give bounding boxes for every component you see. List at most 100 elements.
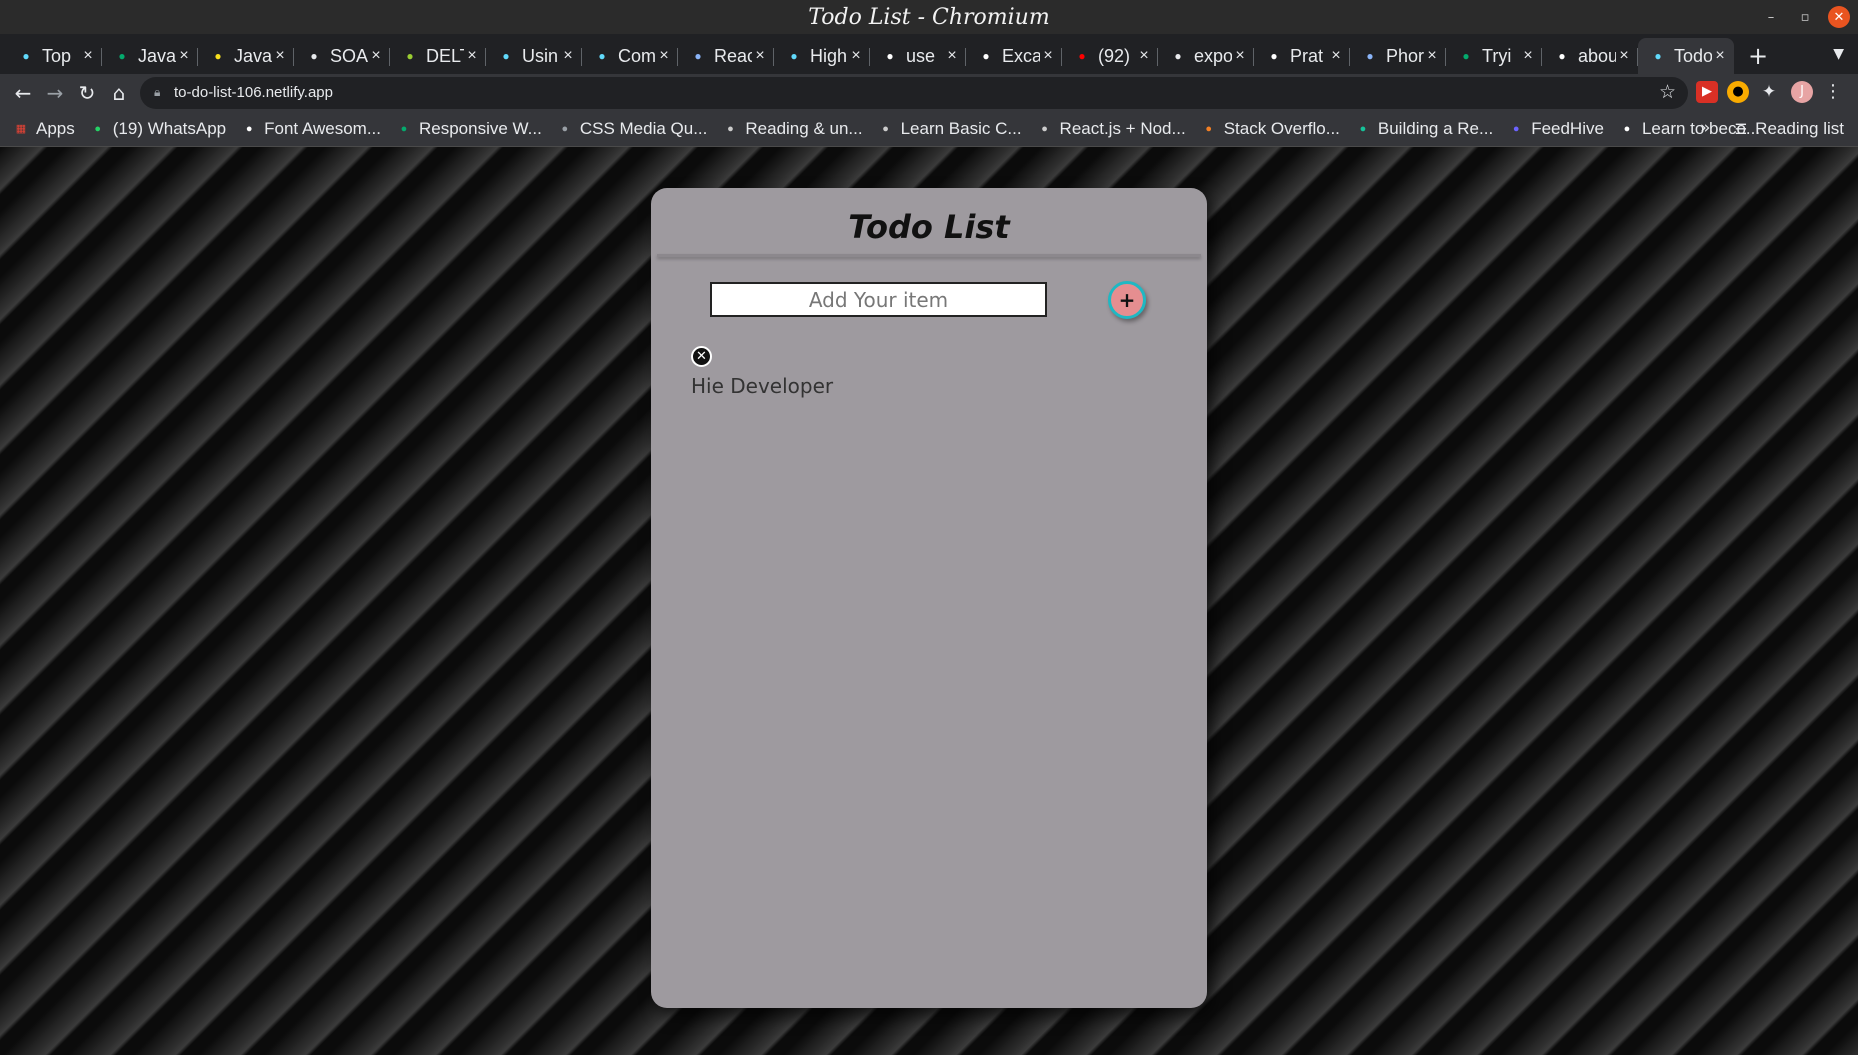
tab-2[interactable]: ● Java × xyxy=(198,38,294,74)
tab-close-icon[interactable]: × xyxy=(1040,47,1056,65)
bookmark-item[interactable]: ● Reading & un... xyxy=(723,119,863,139)
tab-label: Top xyxy=(42,45,72,66)
new-tab-button[interactable]: + xyxy=(1748,42,1768,70)
bookmark-item[interactable]: ● Font Awesom... xyxy=(242,119,381,139)
tab-3[interactable]: ● SOA × xyxy=(294,38,390,74)
tab-close-icon[interactable]: × xyxy=(848,47,864,65)
tab-9[interactable]: ● use × xyxy=(870,38,966,74)
bookmark-item[interactable]: ● (19) WhatsApp xyxy=(91,119,226,139)
tab-close-icon[interactable]: × xyxy=(80,47,96,65)
bookmark-list: ▦ Apps ● (19) WhatsApp ● Font Awesom... ● Respo… xyxy=(14,112,1776,146)
minimize-icon[interactable]: – xyxy=(1760,6,1782,28)
tab-15[interactable]: ● Tryi × xyxy=(1446,38,1542,74)
bookmark-label: Building a Re... xyxy=(1377,119,1494,138)
tab-4[interactable]: ● DELT× xyxy=(390,38,486,74)
tab-close-icon[interactable]: × xyxy=(1136,47,1152,65)
bookmark-item[interactable]: ● CSS Media Qu... xyxy=(558,119,708,139)
tab-close-icon[interactable]: × xyxy=(1616,47,1632,65)
bookmark-item[interactable]: ▦ Apps xyxy=(14,119,75,139)
tab-close-icon[interactable]: × xyxy=(1328,47,1344,65)
tab-close-icon[interactable]: × xyxy=(656,47,672,65)
add-item-input[interactable] xyxy=(710,282,1047,317)
tab-close-icon[interactable]: × xyxy=(1424,47,1440,65)
delete-item-icon[interactable]: ✕ xyxy=(691,346,712,367)
bookmark-label: (19) WhatsApp xyxy=(112,119,227,138)
home-icon[interactable]: ⌂ xyxy=(106,80,132,106)
bookmark-item[interactable]: ● Responsive W... xyxy=(397,119,542,139)
add-item-button[interactable]: + xyxy=(1108,281,1146,319)
maximize-icon[interactable]: ▫ xyxy=(1794,6,1816,28)
tab-5[interactable]: ● Usin × xyxy=(486,38,582,74)
address-bar[interactable]: 🔒︎ to-do-list-106.netlify.app ☆ xyxy=(140,77,1688,109)
tab-0[interactable]: ● Top × xyxy=(6,38,102,74)
tab-10[interactable]: ● Exca × xyxy=(966,38,1062,74)
react-icon: ● xyxy=(1654,49,1662,63)
tab-16[interactable]: ● abou × xyxy=(1542,38,1638,74)
bookmark-item[interactable]: ● Building a Re... xyxy=(1356,119,1494,139)
list-item: ✕ Hie Developer xyxy=(691,346,991,410)
tab-close-icon[interactable]: × xyxy=(272,47,288,65)
bookmark-star-icon[interactable]: ☆ xyxy=(1659,81,1676,103)
tab-label: expo xyxy=(1194,45,1232,66)
tab-close-icon[interactable]: × xyxy=(1232,47,1248,65)
bookmark-item[interactable]: ● React.js + Nod... xyxy=(1038,119,1186,139)
tab-11[interactable]: ● (92) × xyxy=(1062,38,1158,74)
w3-icon: ● xyxy=(118,49,126,63)
flag-icon: ● xyxy=(1366,49,1374,63)
bookmark-item[interactable]: ● Learn Basic C... xyxy=(879,119,1022,139)
back-icon[interactable]: ← xyxy=(10,80,36,106)
tab-strip: ●Top×●Java×●Java×●SOA×●DELT×●Usin×●Com×●… xyxy=(0,34,1858,74)
tab-search-icon[interactable]: ▼ xyxy=(1833,46,1844,62)
bookmark-item[interactable]: ● Stack Overflo... xyxy=(1202,119,1340,139)
tab-label: Reac xyxy=(714,45,752,66)
page-viewport: Todo List + ✕ Hie Developer xyxy=(0,147,1858,1055)
bookmark-label: FeedHive xyxy=(1531,119,1604,138)
tab-close-icon[interactable]: × xyxy=(1520,47,1536,65)
github-icon: ● xyxy=(561,123,569,135)
tab-6[interactable]: ● Com × xyxy=(582,38,678,74)
reload-icon[interactable]: ↻ xyxy=(74,80,100,106)
tab-14[interactable]: ● Phor × xyxy=(1350,38,1446,74)
tab-label: (92) xyxy=(1098,45,1131,66)
url-text[interactable]: to-do-list-106.netlify.app xyxy=(174,84,333,101)
tab-17[interactable]: ● Todo × xyxy=(1638,38,1734,74)
bookmark-label: Apps xyxy=(36,119,75,138)
tab-close-icon[interactable]: × xyxy=(176,47,192,65)
todo-list: ✕ Hie Developer xyxy=(691,346,991,410)
bookmark-label: Learn Basic C... xyxy=(900,119,1022,138)
tab-close-icon[interactable]: × xyxy=(560,47,576,65)
w3-icon: ● xyxy=(1462,49,1470,63)
tab-close-icon[interactable]: × xyxy=(1712,47,1728,65)
tab-label: Tryi xyxy=(1482,45,1512,66)
tab-12[interactable]: ● expo × xyxy=(1158,38,1254,74)
tab-close-icon[interactable]: × xyxy=(368,47,384,65)
bookmark-label: React.js + Nod... xyxy=(1059,119,1186,138)
tab-1[interactable]: ● Java × xyxy=(102,38,198,74)
todo-item-text: Hie Developer xyxy=(691,374,834,398)
profile-avatar[interactable]: J xyxy=(1791,81,1813,103)
close-window-icon[interactable]: ✕ xyxy=(1828,6,1850,28)
window-titlebar: Todo List - Chromium – ▫ ✕ xyxy=(0,0,1858,34)
tab-close-icon[interactable]: × xyxy=(464,47,480,65)
bookmark-item[interactable]: ● FeedHive xyxy=(1509,119,1604,139)
bookmark-label: Responsive W... xyxy=(419,119,542,138)
flag-icon: ● xyxy=(245,123,253,135)
tab-8[interactable]: ● High × xyxy=(774,38,870,74)
tab-13[interactable]: ● Prat × xyxy=(1254,38,1350,74)
tab-close-icon[interactable]: × xyxy=(944,47,960,65)
tab-label: Com xyxy=(618,45,656,66)
extensions-puzzle-icon[interactable]: ✦ xyxy=(1758,81,1780,103)
reading-list-button[interactable]: ☰ Reading list xyxy=(1735,112,1844,146)
forward-icon[interactable]: → xyxy=(42,80,68,106)
window-title: Todo List - Chromium xyxy=(808,5,1050,30)
whatsapp-icon: ● xyxy=(94,123,102,135)
extension-yellow-icon[interactable]: ● xyxy=(1727,81,1749,103)
menu-kebab-icon[interactable]: ⋮ xyxy=(1822,81,1844,103)
react-icon: ● xyxy=(790,49,798,63)
tab-7[interactable]: ● Reac × xyxy=(678,38,774,74)
bookmarks-overflow-icon[interactable]: » xyxy=(1700,118,1710,138)
extension-red-icon[interactable]: ▶ xyxy=(1696,81,1718,103)
tab-list: ●Top×●Java×●Java×●SOA×●DELT×●Usin×●Com×●… xyxy=(6,38,1734,74)
tab-label: Java xyxy=(138,45,176,66)
tab-close-icon[interactable]: × xyxy=(752,47,768,65)
